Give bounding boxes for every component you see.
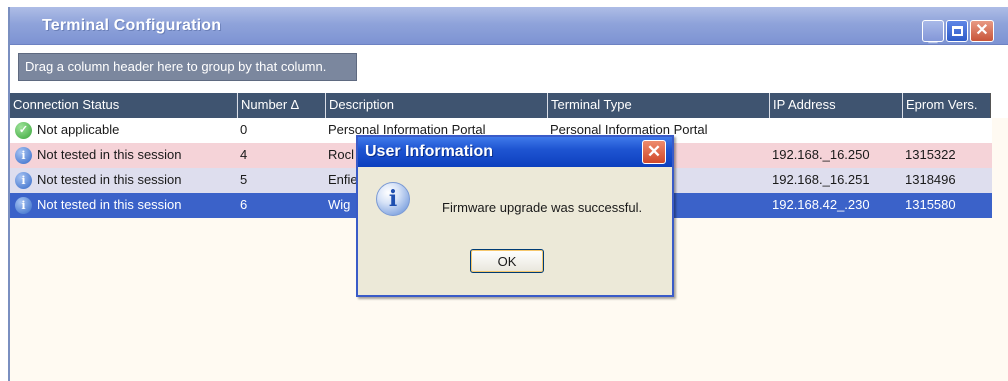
- column-header-eprom-version[interactable]: Eprom Vers.: [902, 93, 990, 118]
- ip-cell: [769, 118, 902, 143]
- column-header-number[interactable]: Number ∆: [237, 93, 325, 118]
- info-icon: i: [15, 147, 32, 164]
- maximize-icon: [952, 26, 963, 36]
- status-cell: ✓ Not applicable: [10, 118, 237, 143]
- window-title: Terminal Configuration: [42, 17, 222, 34]
- group-by-panel[interactable]: Drag a column header here to group by th…: [10, 46, 1008, 94]
- information-icon: i: [376, 182, 410, 216]
- terminal-type-cell: e: [664, 143, 769, 168]
- column-header-terminal-type[interactable]: Terminal Type: [547, 93, 769, 118]
- number-cell: 6: [240, 197, 248, 212]
- terminal-type-cell: e: [664, 168, 769, 193]
- info-icon: i: [15, 197, 32, 214]
- user-information-dialog: User Information ✕ i Firmware upgrade wa…: [356, 135, 674, 297]
- status-text: Not tested in this session: [37, 172, 182, 187]
- close-button[interactable]: ✕: [970, 20, 994, 42]
- number-cell: 4: [240, 147, 248, 162]
- close-icon: ✕: [646, 142, 662, 161]
- ip-cell: 192.168.42_.230: [772, 197, 870, 212]
- dialog-title-bar[interactable]: User Information ✕: [358, 137, 672, 167]
- number-cell: 5: [240, 172, 248, 187]
- status-cell: i Not tested in this session: [10, 168, 237, 193]
- group-by-hint: Drag a column header here to group by th…: [18, 53, 357, 81]
- ip-cell: 192.168._16.250: [772, 147, 870, 162]
- status-text: Not tested in this session: [37, 147, 182, 162]
- minimize-icon: _: [928, 28, 938, 45]
- eprom-cell: 1318496: [905, 172, 956, 187]
- title-bar[interactable]: Terminal Configuration _ ✕: [10, 7, 1008, 45]
- status-text: Not tested in this session: [37, 197, 182, 212]
- grid-header: Connection Status Number ∆ Description T…: [10, 93, 1008, 118]
- column-header-ip-address[interactable]: IP Address: [769, 93, 902, 118]
- status-text: Not applicable: [37, 122, 120, 137]
- minimize-button[interactable]: _: [922, 20, 944, 45]
- check-icon: ✓: [15, 122, 32, 139]
- dialog-close-button[interactable]: ✕: [642, 140, 666, 164]
- column-header-description[interactable]: Description: [325, 93, 547, 118]
- column-header-connection-status[interactable]: Connection Status: [10, 93, 236, 118]
- ok-button[interactable]: OK: [470, 249, 544, 273]
- eprom-cell: 1315322: [905, 147, 956, 162]
- number-cell: 0: [240, 122, 248, 137]
- status-cell: i Not tested in this session: [10, 193, 237, 218]
- close-icon: ✕: [975, 22, 989, 39]
- header-filler: [990, 93, 1008, 118]
- maximize-button[interactable]: [946, 20, 968, 42]
- dialog-title: User Information: [365, 143, 494, 160]
- eprom-cell: [902, 118, 990, 143]
- info-icon: i: [15, 172, 32, 189]
- dialog-message: Firmware upgrade was successful.: [442, 200, 643, 215]
- status-cell: i Not tested in this session: [10, 143, 237, 168]
- eprom-cell: 1315580: [905, 197, 956, 212]
- ip-cell: 192.168._16.251: [772, 172, 870, 187]
